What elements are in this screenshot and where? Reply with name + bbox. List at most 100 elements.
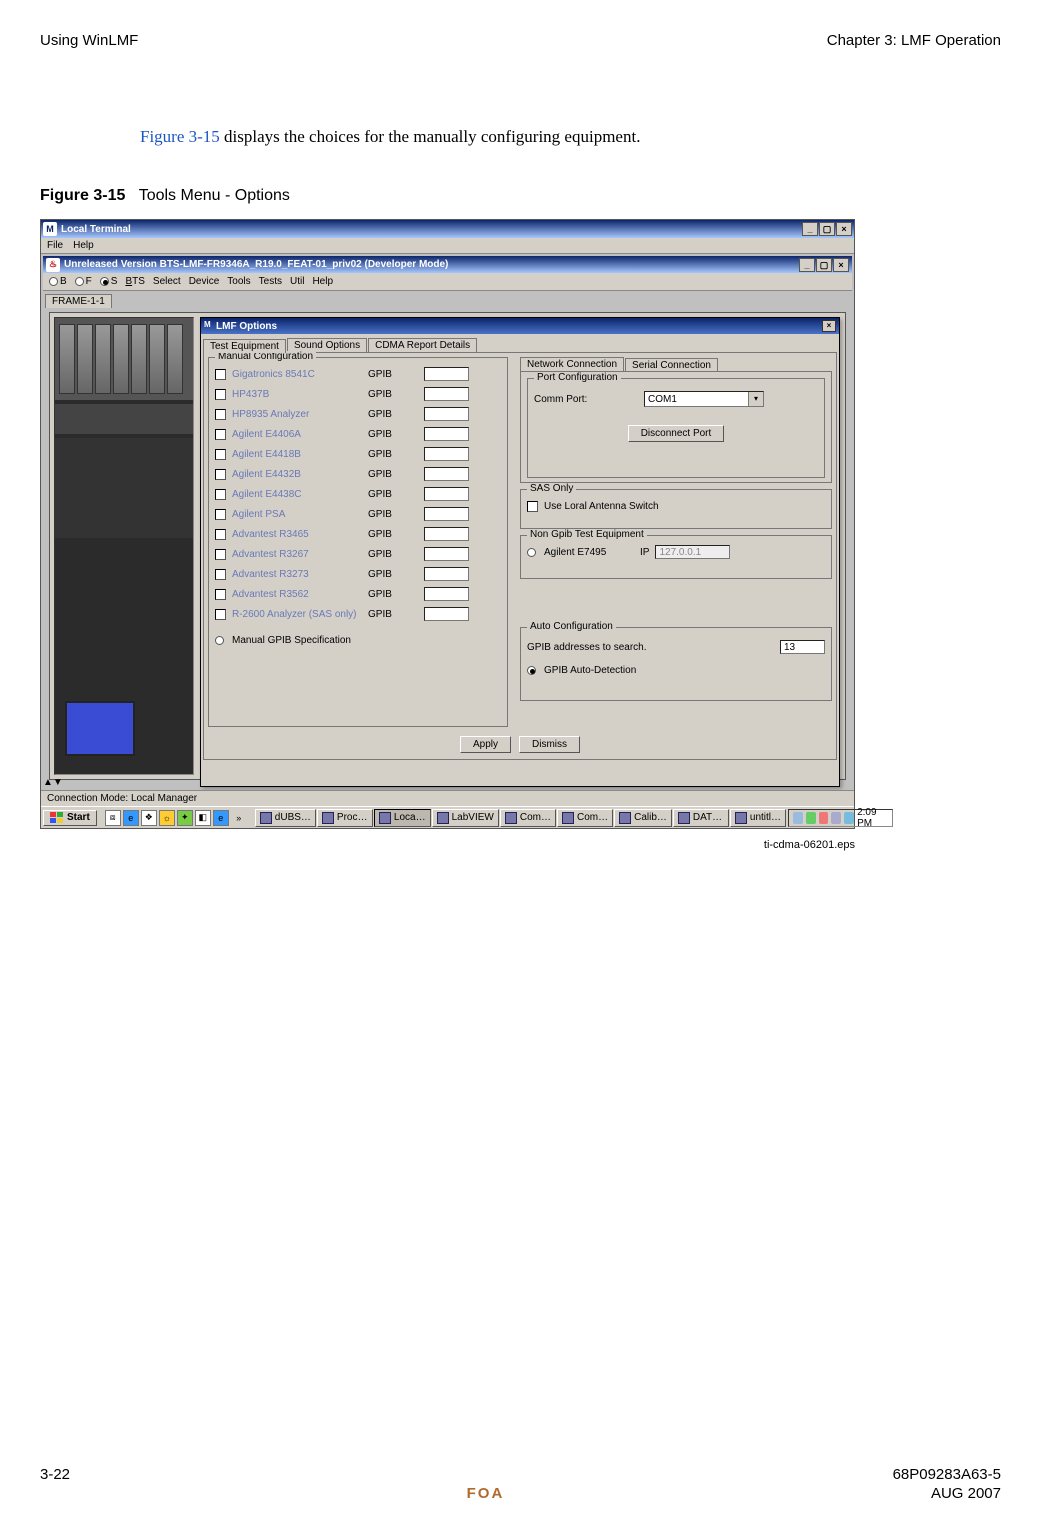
ql-icon-6[interactable]: ◧ <box>195 810 211 826</box>
system-tray: 2:09 PM <box>788 809 892 827</box>
inner-close-button[interactable]: × <box>833 258 849 272</box>
taskbar-item[interactable]: Proc… <box>317 809 373 827</box>
inner-minimize-button[interactable]: _ <box>799 258 815 272</box>
tab-network-conn[interactable]: Network Connection <box>520 357 624 371</box>
inner-maximize-button[interactable]: ▢ <box>816 258 832 272</box>
gpib-slot-input[interactable] <box>424 407 469 421</box>
equipment-label: Agilent PSA <box>232 509 362 520</box>
gpib-slot-input[interactable] <box>424 387 469 401</box>
gpib-slot-input[interactable] <box>424 487 469 501</box>
menu-tests[interactable]: Tests <box>259 276 282 287</box>
ql-overflow[interactable]: » <box>231 810 247 826</box>
radio-f[interactable]: F <box>75 276 92 287</box>
menu-tools[interactable]: Tools <box>227 276 250 287</box>
dialog-close-button[interactable]: × <box>822 320 836 332</box>
minimize-button[interactable]: _ <box>802 222 818 236</box>
gpib-slot-input[interactable] <box>424 587 469 601</box>
figure-reference-link[interactable]: Figure 3-15 <box>140 127 220 146</box>
port-config-label: Port Configuration <box>534 372 621 383</box>
taskbar-item[interactable]: LabVIEW <box>432 809 499 827</box>
maximize-button[interactable]: ▢ <box>819 222 835 236</box>
comm-port-combo[interactable]: COM1 <box>644 391 764 407</box>
tray-icon[interactable] <box>793 812 803 824</box>
tray-icon[interactable] <box>806 812 816 824</box>
equipment-row: Advantest R3267GPIB <box>215 544 501 564</box>
taskbar-item[interactable]: Calib… <box>614 809 672 827</box>
ql-icon-7[interactable]: e <box>213 810 229 826</box>
equipment-checkbox[interactable] <box>215 389 226 400</box>
equipment-checkbox[interactable] <box>215 449 226 460</box>
inner-toolbar: B F S BTS Select Device Tools Tests Util… <box>43 273 852 291</box>
radio-b[interactable]: B <box>49 276 67 287</box>
equipment-checkbox[interactable] <box>215 489 226 500</box>
taskbar-item[interactable]: dUBS… <box>255 809 316 827</box>
equipment-checkbox[interactable] <box>215 369 226 380</box>
tray-icon[interactable] <box>831 812 841 824</box>
equipment-label: Agilent E4432B <box>232 469 362 480</box>
auto-config-label: Auto Configuration <box>527 621 616 632</box>
figure-caption: Figure 3-15 Tools Menu - Options <box>40 187 1001 205</box>
menu-util[interactable]: Util <box>290 276 304 287</box>
gpib-slot-input[interactable] <box>424 447 469 461</box>
gpib-slot-input[interactable] <box>424 607 469 621</box>
tray-icon[interactable] <box>844 812 854 824</box>
gpib-slot-input[interactable] <box>424 507 469 521</box>
tab-serial-conn[interactable]: Serial Connection <box>625 358 718 372</box>
equipment-checkbox[interactable] <box>215 609 226 620</box>
menu-file[interactable]: File <box>47 240 63 251</box>
apply-button[interactable]: Apply <box>460 736 511 753</box>
menu-help[interactable]: Help <box>73 240 94 251</box>
tab-cdma-report[interactable]: CDMA Report Details <box>368 338 477 352</box>
close-button[interactable]: × <box>836 222 852 236</box>
menu-help2[interactable]: Help <box>312 276 333 287</box>
ql-ie-icon[interactable]: e <box>123 810 139 826</box>
manual-gpib-radio[interactable] <box>215 636 224 645</box>
ip-input[interactable] <box>655 545 730 559</box>
start-button[interactable]: Start <box>43 810 97 826</box>
gpib-autodetect-label: GPIB Auto-Detection <box>544 665 636 676</box>
equipment-label: Advantest R3562 <box>232 589 362 600</box>
equipment-checkbox[interactable] <box>215 589 226 600</box>
chassis-row-top <box>55 318 193 400</box>
taskbar-item[interactable]: DAT… <box>673 809 729 827</box>
ql-desktop-icon[interactable]: ⧈ <box>105 810 121 826</box>
taskbar-item-label: Proc… <box>337 812 368 823</box>
gpib-autodetect-radio[interactable] <box>527 666 536 675</box>
equipment-row: Agilent E4438CGPIB <box>215 484 501 504</box>
equipment-checkbox[interactable] <box>215 549 226 560</box>
gpib-slot-input[interactable] <box>424 367 469 381</box>
taskbar-item[interactable]: untitl… <box>730 809 786 827</box>
equipment-checkbox[interactable] <box>215 429 226 440</box>
radio-s[interactable]: S <box>100 276 118 287</box>
ql-icon-5[interactable]: ✦ <box>177 810 193 826</box>
gpib-slot-input[interactable] <box>424 427 469 441</box>
taskbar-item[interactable]: Com… <box>557 809 613 827</box>
gpib-slot-input[interactable] <box>424 467 469 481</box>
gpib-slot-input[interactable] <box>424 547 469 561</box>
tray-icon[interactable] <box>819 812 829 824</box>
gpib-slot-input[interactable] <box>424 527 469 541</box>
gpib-search-input[interactable] <box>780 640 825 654</box>
taskbar-item[interactable]: Loca… <box>374 809 431 827</box>
gpib-slot-input[interactable] <box>424 567 469 581</box>
dismiss-button[interactable]: Dismiss <box>519 736 580 753</box>
tab-test-equipment[interactable]: Test Equipment <box>203 339 286 353</box>
equipment-checkbox[interactable] <box>215 509 226 520</box>
scroll-arrows[interactable]: ▲▼ <box>43 777 63 788</box>
ql-icon-3[interactable]: ❖ <box>141 810 157 826</box>
menu-bts[interactable]: BTS <box>125 276 144 287</box>
agilent-e7495-radio[interactable] <box>527 548 536 557</box>
equipment-checkbox[interactable] <box>215 409 226 420</box>
loral-antenna-checkbox[interactable] <box>527 501 538 512</box>
hardware-panel <box>54 317 194 775</box>
frame-tab[interactable]: FRAME-1-1 <box>45 294 112 308</box>
menu-select[interactable]: Select <box>153 276 181 287</box>
equipment-checkbox[interactable] <box>215 529 226 540</box>
menu-device[interactable]: Device <box>189 276 220 287</box>
disconnect-port-button[interactable]: Disconnect Port <box>628 425 725 442</box>
equipment-checkbox[interactable] <box>215 569 226 580</box>
tab-sound-options[interactable]: Sound Options <box>287 338 367 352</box>
taskbar-item[interactable]: Com… <box>500 809 556 827</box>
ql-icon-4[interactable]: ☼ <box>159 810 175 826</box>
equipment-checkbox[interactable] <box>215 469 226 480</box>
